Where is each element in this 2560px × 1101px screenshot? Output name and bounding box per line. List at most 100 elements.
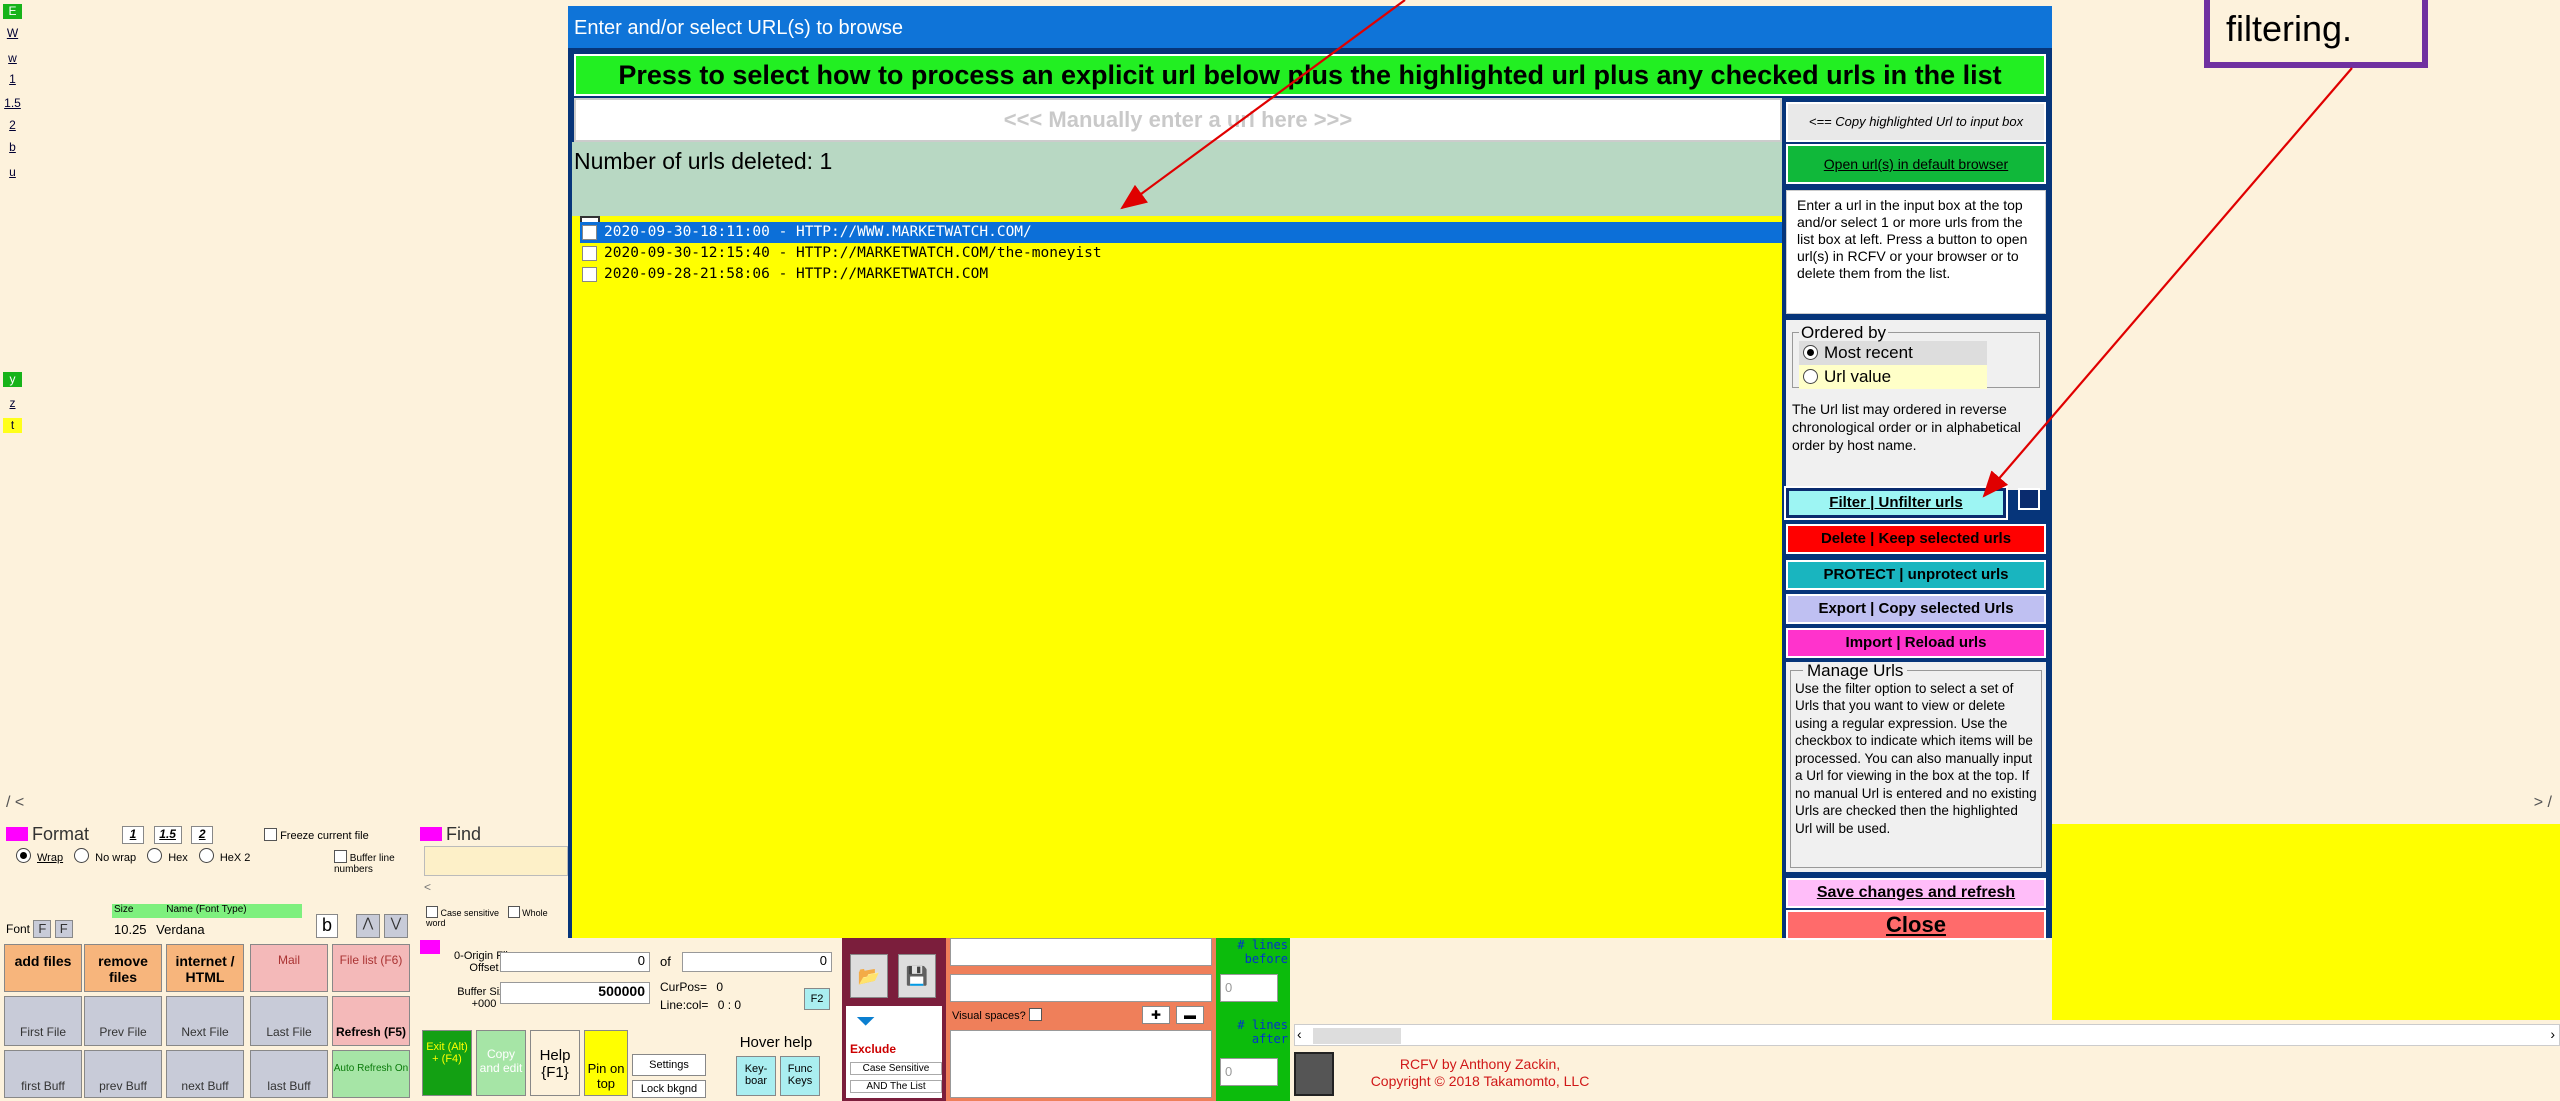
export-button[interactable]: Export | Copy selected Urls [1786,594,2046,624]
format-size-1[interactable]: 1 [122,826,144,844]
bottom-button[interactable]: Last File [250,996,328,1046]
left-tag[interactable]: 2 [3,118,22,133]
left-tag[interactable]: w [3,51,22,66]
visual-spaces-checkbox[interactable] [1028,1008,1042,1021]
lines-before-input[interactable]: 0 [1220,974,1278,1002]
hex2-radio[interactable] [198,848,214,863]
remove-icon[interactable]: ▬ [1176,1006,1204,1024]
left-tag[interactable]: 1.5 [3,96,22,111]
left-tag[interactable]: b [3,140,22,155]
funnel-icon[interactable]: ⏷ [856,1008,875,1036]
buffer-line-checkbox[interactable] [334,850,347,863]
left-tag[interactable]: z [3,396,22,411]
f2-button[interactable]: F2 [804,988,830,1010]
nowrap-radio[interactable] [74,848,90,863]
buffer-size-input[interactable]: 500000 [500,982,650,1004]
find-scroll-left-icon[interactable]: < [424,880,568,898]
keyboard-button[interactable]: Key-boar [736,1056,776,1096]
lock-bkgnd-button[interactable]: Lock bkgnd [632,1080,706,1098]
protect-button[interactable]: PROTECT | unprotect urls [1786,560,2046,590]
bottom-button[interactable]: internet / HTML [166,944,244,992]
origin-input[interactable]: 0 [500,952,650,972]
search-input-top[interactable] [950,938,1212,966]
bottom-button[interactable]: remove files [84,944,162,992]
url-value-option[interactable]: Url value [1799,365,1987,389]
add-icon[interactable]: ✚ [1142,1006,1170,1024]
bottom-button[interactable]: prev Buff [84,1050,162,1098]
url-list-item[interactable]: 2020-09-30-12:15:40 - HTTP://MARKETWATCH… [580,243,1782,264]
bottom-scrollbar[interactable]: ‹ › [1294,1024,2560,1046]
left-tag[interactable]: E [3,4,22,19]
font-italic-icon[interactable]: F [54,920,73,938]
import-button[interactable]: Import | Reload urls [1786,628,2046,658]
whole-word-checkbox[interactable] [507,906,520,918]
url-checkbox[interactable] [582,225,597,240]
scroll-left-marker[interactable]: / < [6,794,24,812]
copy-url-button[interactable]: <== Copy highlighted Url to input box [1786,102,2046,142]
delete-button[interactable]: Delete | Keep selected urls [1786,524,2046,554]
search-input-mid[interactable] [950,974,1212,1002]
process-urls-button[interactable]: Press to select how to process an explic… [574,54,2046,96]
manual-url-input[interactable]: <<< Manually enter a url here >>> [574,98,1782,142]
wrap-radio[interactable] [16,848,31,863]
help-button[interactable]: Help {F1} [530,1030,580,1096]
text-view-area[interactable] [2052,824,2560,1020]
scroll-thumb[interactable] [1313,1028,1401,1044]
url-list-item[interactable]: 2020-09-28-21:58:06 - HTTP://MARKETWATCH… [580,264,1782,285]
pin-on-top-button[interactable]: Pin on top [584,1030,628,1096]
bottom-button[interactable]: Next File [166,996,244,1046]
bottom-button[interactable]: add files [4,944,82,992]
case-sensitive-checkbox[interactable] [426,906,438,918]
left-tag[interactable]: W [3,26,22,41]
open-browser-button[interactable]: Open url(s) in default browser [1786,144,2046,184]
format-size-2[interactable]: 2 [191,826,214,844]
url-list[interactable]: 2020-09-30-18:11:00 - HTTP://WWW.MARKETW… [572,216,1782,938]
save-disk-icon[interactable]: 💾 [898,954,936,998]
func-keys-button[interactable]: Func Keys [780,1056,820,1096]
most-recent-option[interactable]: Most recent [1799,341,1987,365]
left-tag[interactable]: u [3,165,22,180]
left-tag[interactable]: y [3,372,22,387]
exclude-case-sensitive[interactable]: Case Sensitive [850,1062,942,1075]
search-input-bottom[interactable] [950,1030,1212,1098]
down-arrow-icon[interactable]: ⋁ [384,914,408,938]
left-tag[interactable]: 1 [3,72,22,87]
lines-after-input[interactable]: 0 [1220,1058,1278,1086]
left-tag[interactable]: t [3,418,22,433]
most-recent-radio[interactable] [1803,345,1818,360]
bottom-button[interactable]: first Buff [4,1050,82,1098]
url-checkbox[interactable] [582,246,597,261]
filter-button[interactable]: Filter | Unfilter urls [1784,486,2008,520]
bottom-button[interactable]: Refresh (F5) [332,996,410,1046]
hex-radio[interactable] [147,848,163,863]
format-size-1-5[interactable]: 1.5 [153,826,182,844]
save-refresh-button[interactable]: Save changes and refresh [1786,878,2046,908]
url-value-radio[interactable] [1803,369,1818,384]
b-icon[interactable]: b [316,914,338,938]
bottom-button[interactable]: Mail [250,944,328,992]
freeze-checkbox[interactable] [264,828,277,841]
bottom-button[interactable]: next Buff [166,1050,244,1098]
bottom-button[interactable]: Auto Refresh On [332,1050,410,1098]
exit-app-icon[interactable] [1294,1052,1334,1096]
filter-checkbox[interactable] [2018,488,2040,510]
of-input[interactable]: 0 [682,952,832,972]
find-input[interactable] [424,846,568,876]
url-checkbox[interactable] [582,267,597,282]
url-list-item[interactable]: 2020-09-30-18:11:00 - HTTP://WWW.MARKETW… [580,222,1782,243]
bottom-button[interactable]: last Buff [250,1050,328,1098]
close-button[interactable]: Close [1786,910,2046,940]
up-arrow-icon[interactable]: ⋀ [356,914,380,938]
font-bold-icon[interactable]: F [33,920,52,938]
exclude-and-list[interactable]: AND The List [850,1080,942,1093]
settings-button[interactable]: Settings [632,1054,706,1076]
bottom-button[interactable]: File list (F6) [332,944,410,992]
open-folder-icon[interactable]: 📂 [850,954,888,998]
bottom-button[interactable]: First File [4,996,82,1046]
scroll-left-icon[interactable]: ‹ [1297,1026,1302,1042]
exit-button[interactable]: Exit (Alt) + (F4) [422,1030,472,1096]
scroll-right-icon[interactable]: › [2550,1026,2555,1042]
bottom-button[interactable]: Prev File [84,996,162,1046]
copy-edit-button[interactable]: Copy and edit [476,1030,526,1096]
scroll-right-marker[interactable]: > / [2534,794,2552,812]
